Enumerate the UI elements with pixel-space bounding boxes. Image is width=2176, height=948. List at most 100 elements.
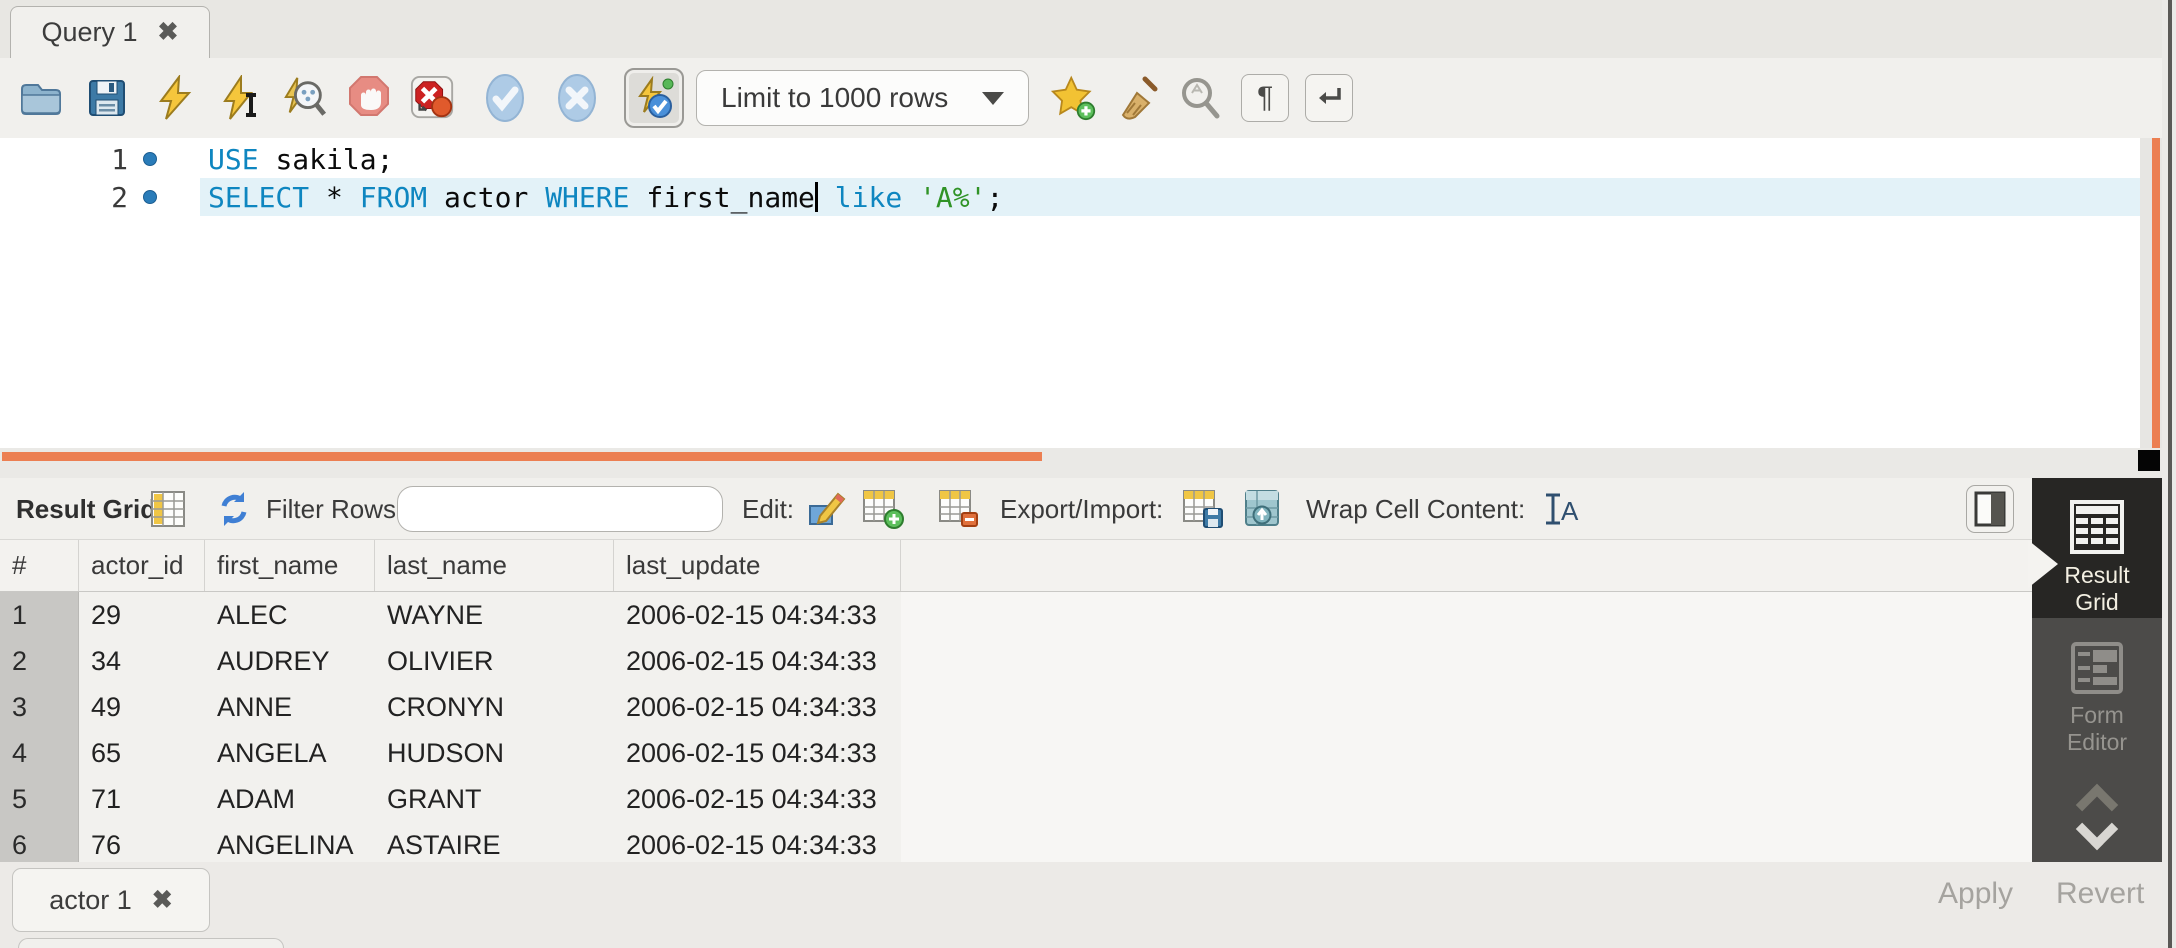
cell[interactable]: OLIVIER — [375, 638, 614, 684]
filler-cell — [901, 638, 2032, 684]
cell[interactable]: 2006-02-15 04:34:33 — [614, 730, 901, 776]
cell[interactable]: 2006-02-15 04:34:33 — [614, 592, 901, 638]
sidebar-item-form-editor[interactable]: Form Editor — [2032, 618, 2162, 862]
code-segment: WHERE — [545, 181, 646, 214]
grid-header-row: #actor_idfirst_namelast_namelast_update — [0, 540, 2032, 592]
beautify-button[interactable] — [1115, 75, 1161, 121]
wrap-cell-button[interactable]: A — [1542, 478, 1580, 540]
panel-toggle-button[interactable] — [1966, 485, 2014, 533]
column-header-last_update[interactable]: last_update — [614, 540, 901, 591]
row-number-cell[interactable]: 2 — [0, 638, 79, 684]
execute-current-button[interactable] — [218, 75, 264, 121]
column-header-last_name[interactable]: last_name — [375, 540, 614, 591]
apply-button[interactable]: Apply — [1938, 877, 2013, 911]
chevron-down-icon[interactable] — [2076, 808, 2118, 850]
column-header-num[interactable]: # — [0, 540, 79, 591]
table-row[interactable]: 234AUDREYOLIVIER2006-02-15 04:34:33 — [0, 638, 2032, 684]
row-number-cell[interactable]: 6 — [0, 822, 79, 862]
row-number-cell[interactable]: 3 — [0, 684, 79, 730]
table-row[interactable]: 676ANGELINAASTAIRE2006-02-15 04:34:33 — [0, 822, 2032, 862]
window-right-border-line — [2168, 0, 2172, 948]
panel-toggle-icon — [1974, 491, 2006, 527]
table-row[interactable]: 571ADAMGRANT2006-02-15 04:34:33 — [0, 776, 2032, 822]
code-segment: 'A%' — [919, 181, 986, 214]
limit-rows-dropdown[interactable]: Limit to 1000 rows — [696, 70, 1029, 126]
editor-hscrollbar-thumb[interactable] — [2, 452, 1042, 461]
line-number: 2 — [0, 181, 128, 214]
cell[interactable]: 49 — [79, 684, 205, 730]
table-row[interactable]: 349ANNECRONYN2006-02-15 04:34:33 — [0, 684, 2032, 730]
cell[interactable]: ANGELINA — [205, 822, 375, 862]
open-file-icon — [18, 75, 64, 121]
result-grid-icon-small — [150, 478, 186, 540]
wrap-cell-label: Wrap Cell Content: — [1306, 478, 1525, 540]
tab-actor-1-label: actor 1 — [49, 885, 132, 916]
query-toolbar: Limit to 1000 rows ¶ — [0, 58, 2176, 138]
close-icon[interactable]: ✖ — [158, 20, 179, 45]
cell[interactable]: ANNE — [205, 684, 375, 730]
search-input[interactable] — [416, 495, 726, 523]
pilcrow-icon: ¶ — [1257, 81, 1273, 115]
cell[interactable]: 2006-02-15 04:34:33 — [614, 638, 901, 684]
execute-icon — [153, 75, 197, 121]
autocommit-toggle-button[interactable] — [624, 68, 684, 128]
cell[interactable]: ALEC — [205, 592, 375, 638]
execute-button[interactable] — [152, 75, 198, 121]
cell[interactable]: 29 — [79, 592, 205, 638]
cell[interactable]: 34 — [79, 638, 205, 684]
cell[interactable]: ASTAIRE — [375, 822, 614, 862]
export-button[interactable] — [1182, 478, 1224, 540]
open-file-button[interactable] — [18, 75, 64, 121]
row-number-cell[interactable]: 1 — [0, 592, 79, 638]
cell[interactable]: 2006-02-15 04:34:33 — [614, 776, 901, 822]
cell[interactable]: 65 — [79, 730, 205, 776]
import-button[interactable] — [1244, 478, 1286, 540]
cell[interactable]: 71 — [79, 776, 205, 822]
cell[interactable]: ADAM — [205, 776, 375, 822]
commit-button[interactable] — [482, 75, 528, 121]
row-number-cell[interactable]: 5 — [0, 776, 79, 822]
new-snippet-button[interactable] — [1051, 75, 1097, 121]
code-line[interactable]: 1USE sakila; — [0, 140, 2140, 178]
insert-row-button[interactable] — [862, 478, 904, 540]
tab-actor-1[interactable]: actor 1 ✖ — [12, 868, 210, 932]
cell[interactable]: WAYNE — [375, 592, 614, 638]
stop-button[interactable] — [346, 75, 392, 121]
code-line[interactable]: 2SELECT * FROM actor WHERE first_name li… — [0, 178, 2140, 216]
cell[interactable]: ANGELA — [205, 730, 375, 776]
cell[interactable]: GRANT — [375, 776, 614, 822]
cell[interactable]: 76 — [79, 822, 205, 862]
cell[interactable]: AUDREY — [205, 638, 375, 684]
cell[interactable]: 2006-02-15 04:34:33 — [614, 822, 901, 862]
svg-text:A: A — [1561, 496, 1579, 526]
invisibles-toggle-button[interactable]: ¶ — [1241, 74, 1289, 122]
edit-record-button[interactable] — [806, 478, 846, 540]
cell[interactable]: CRONYN — [375, 684, 614, 730]
find-button[interactable] — [1177, 75, 1223, 121]
table-row[interactable]: 129ALECWAYNE2006-02-15 04:34:33 — [0, 592, 2032, 638]
explain-button[interactable] — [282, 75, 328, 121]
tab-query-1[interactable]: Query 1 ✖ — [10, 6, 210, 58]
revert-button[interactable]: Revert — [2056, 877, 2144, 911]
delete-row-button[interactable] — [938, 478, 980, 540]
cell[interactable]: HUDSON — [375, 730, 614, 776]
search-box[interactable] — [397, 486, 723, 532]
row-number-cell[interactable]: 4 — [0, 730, 79, 776]
stop-on-error-button[interactable] — [410, 75, 456, 121]
save-button[interactable] — [84, 75, 130, 121]
sidebar-item-result-grid[interactable]: Result Grid — [2032, 478, 2162, 618]
editor-vscrollbar-thumb[interactable] — [2152, 138, 2160, 448]
column-header-first_name[interactable]: first_name — [205, 540, 375, 591]
close-icon[interactable]: ✖ — [152, 888, 173, 913]
code-segment: USE — [208, 143, 275, 176]
wrap-text-toggle-button[interactable] — [1305, 74, 1353, 122]
cell[interactable]: 2006-02-15 04:34:33 — [614, 684, 901, 730]
rollback-button[interactable] — [554, 75, 600, 121]
new-snippet-icon — [1051, 74, 1097, 122]
refresh-button[interactable] — [216, 478, 252, 540]
filler-cell — [901, 730, 2032, 776]
column-header-actor_id[interactable]: actor_id — [79, 540, 205, 591]
partial-panel-edge — [18, 938, 284, 948]
table-row[interactable]: 465ANGELAHUDSON2006-02-15 04:34:33 — [0, 730, 2032, 776]
result-view-sidebar: Result Grid Form Editor — [2032, 478, 2162, 862]
